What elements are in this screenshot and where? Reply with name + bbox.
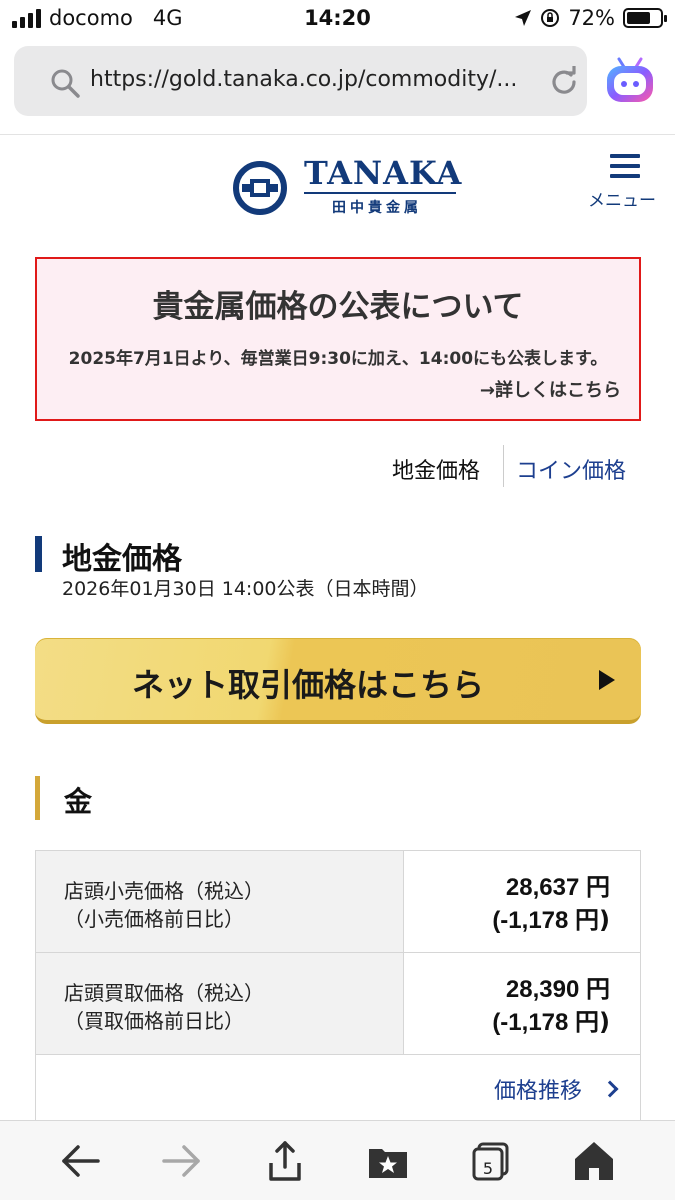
section-accent-bar	[35, 536, 42, 572]
price-label-line1: 店頭小売価格（税込）	[64, 879, 264, 903]
menu-button[interactable]: メニュー	[586, 150, 662, 211]
forward-icon[interactable]	[160, 1139, 204, 1183]
chevron-right-icon	[601, 1080, 619, 1098]
net-trading-button[interactable]: ネット取引価格はこちら	[35, 638, 641, 724]
tab-divider	[503, 445, 504, 487]
notice-title: 貴金属価格の公表について	[152, 289, 524, 325]
back-icon[interactable]	[58, 1139, 102, 1183]
home-icon[interactable]	[572, 1139, 616, 1183]
reload-icon[interactable]	[548, 66, 580, 98]
status-bar: docomo 4G 14:20 72%	[0, 0, 675, 38]
price-value: 28,390 円 (-1,178 円)	[492, 973, 610, 1039]
price-label-cell: 店頭小売価格（税込） （小売価格前日比）	[36, 851, 404, 952]
publish-timestamp: 2026年01月30日 14:00公表（日本時間）	[62, 578, 429, 600]
price-label: 店頭買取価格（税込） （買取価格前日比）	[64, 979, 264, 1035]
price-label-cell: 店頭買取価格（税込） （買取価格前日比）	[36, 953, 404, 1054]
price-unit: 円	[586, 873, 610, 901]
location-icon	[515, 10, 532, 26]
net-trading-label: ネット取引価格はこちら	[131, 666, 484, 704]
price-value: 28,637 円 (-1,178 円)	[492, 871, 610, 937]
page-title: 地金価格	[62, 542, 182, 577]
play-arrow-icon	[599, 670, 615, 690]
gold-accent-bar	[35, 776, 40, 820]
change-unit: 円)	[575, 906, 610, 934]
price-label-line2: （小売価格前日比）	[64, 907, 244, 931]
address-bar[interactable]: https://gold.tanaka.co.jp/commodity/...	[14, 46, 587, 116]
url-text[interactable]: https://gold.tanaka.co.jp/commodity/...	[90, 67, 530, 92]
rotation-lock-icon	[541, 9, 560, 27]
tab-ground-price[interactable]: 地金価格	[392, 453, 480, 485]
notice-banner[interactable]: 貴金属価格の公表について 2025年7月1日より、毎営業日9:30に加え、14:…	[35, 257, 641, 421]
buyback-change: (-1,178	[492, 1009, 569, 1036]
share-icon[interactable]	[263, 1139, 307, 1183]
price-label-line1: 店頭買取価格（税込）	[64, 981, 264, 1005]
logo-underline	[304, 192, 456, 194]
price-label-line2: （買取価格前日比）	[64, 1009, 244, 1033]
price-label: 店頭小売価格（税込） （小売価格前日比）	[64, 877, 264, 933]
buyback-price: 28,390	[505, 976, 580, 1003]
price-unit: 円	[586, 975, 610, 1003]
logo-subtitle: 田中貴金属	[332, 200, 422, 216]
bookmarks-icon[interactable]	[366, 1139, 410, 1183]
retail-price: 28,637	[505, 874, 580, 901]
price-trend-link[interactable]: 価格推移	[493, 1073, 619, 1105]
battery-icon	[623, 8, 667, 28]
gold-section-title: 金	[64, 785, 93, 818]
tanaka-logo[interactable]: TANAKA 田中貴金属	[232, 154, 463, 218]
logo-emblem-icon	[233, 161, 287, 215]
notice-body: 2025年7月1日より、毎営業日9:30に加え、14:00にも公表します。	[68, 349, 608, 369]
battery-level	[627, 12, 651, 24]
battery-percent: 72%	[568, 6, 615, 30]
hamburger-icon	[610, 154, 640, 184]
status-icons: 72%	[514, 6, 667, 30]
table-row: 店頭買取価格（税込） （買取価格前日比） 28,390 円 (-1,178 円)	[36, 953, 640, 1055]
search-icon	[51, 69, 80, 98]
notice-details-link[interactable]: →詳しくはこちら	[480, 376, 621, 402]
tab-count: 5	[482, 1159, 494, 1178]
browser-toolbar: 5	[0, 1120, 675, 1200]
logo-text: TANAKA	[304, 154, 463, 192]
assistant-icon[interactable]	[604, 55, 656, 107]
change-unit: 円)	[575, 1008, 610, 1036]
menu-label: メニュー	[588, 191, 656, 211]
price-trend-label: 価格推移	[493, 1079, 582, 1104]
tab-coin-price[interactable]: コイン価格	[516, 453, 626, 485]
table-row: 店頭小売価格（税込） （小売価格前日比） 28,637 円 (-1,178 円)	[36, 851, 640, 953]
browser-divider	[0, 134, 675, 135]
retail-change: (-1,178	[492, 907, 569, 934]
gold-price-table: 店頭小売価格（税込） （小売価格前日比） 28,637 円 (-1,178 円)…	[35, 850, 641, 1122]
